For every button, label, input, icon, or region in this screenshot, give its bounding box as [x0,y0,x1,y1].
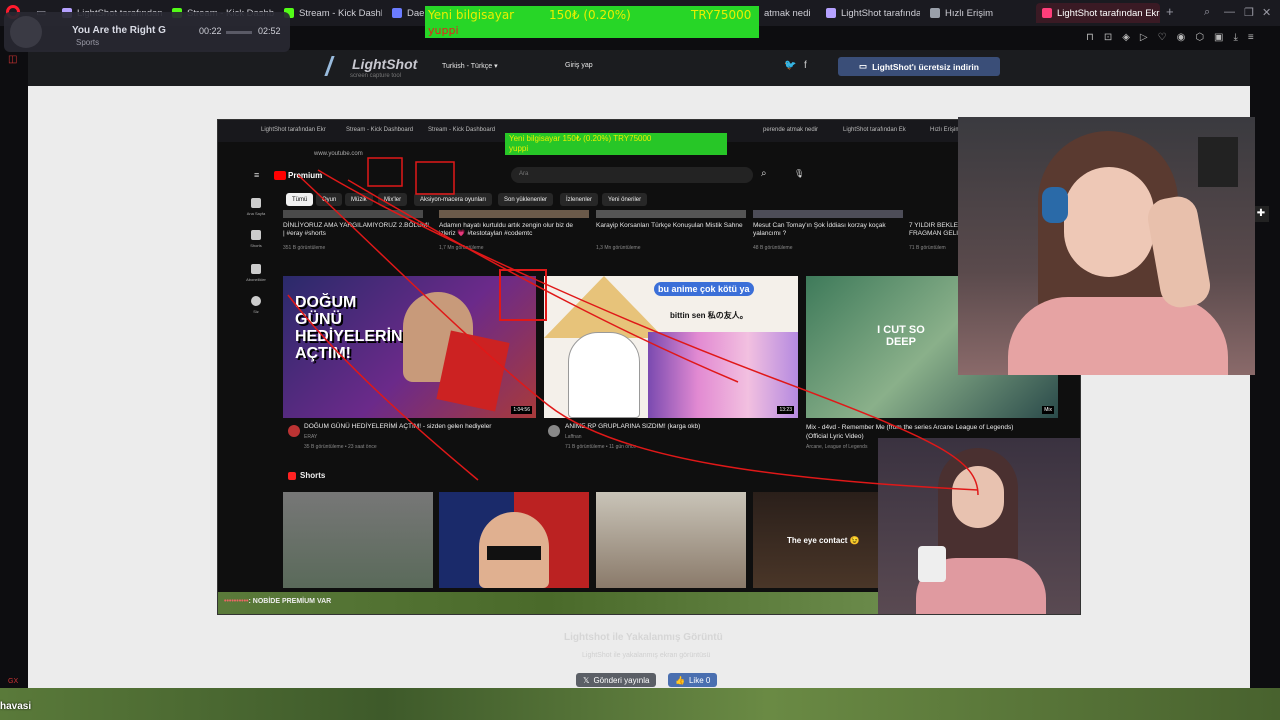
feather-icon [826,8,836,18]
tab-daem[interactable]: Daem [386,3,426,23]
red-box [415,161,455,195]
site-logo[interactable]: LightShot [352,56,417,72]
music-elapsed: 00:22 [199,26,222,36]
captured-screenshot: LightShot tarafından Ekr Stream - Kick D… [217,119,1081,615]
tab-lightshot-2[interactable]: LightShot tarafından [820,3,920,23]
music-progress[interactable] [226,31,252,34]
heart-icon[interactable]: ♡ [1158,32,1167,46]
music-art [10,16,42,48]
maximize-icon[interactable]: ❐ [1244,6,1254,19]
red-box [367,157,403,187]
share-button[interactable]: 𝕏 Gönderi yayınla [576,673,657,687]
tab-perende[interactable]: atmak nedi [758,3,818,23]
close-icon[interactable]: ✕ [1262,6,1271,19]
webcam-overlay [958,117,1255,375]
toolbar-icons: ⊓ ⊡ ◈ ▷ ♡ ◉ ⬡ ▣ ⤓ ≡ [1086,32,1276,46]
capture-subtitle: LightShot ile yakalanmış ekran görüntüsü [582,652,711,659]
bookmark-icon[interactable]: ⊓ [1086,32,1094,46]
menu-icon[interactable]: ≡ [1248,32,1254,46]
overlay-text: Yeni bilgisayar [428,8,515,22]
download-button[interactable]: ▭ LightShot'ı ücretsiz indirin [838,57,1000,76]
red-line [317,169,979,496]
tab-lightshot-active[interactable]: LightShot tarafından Ekran [1036,3,1160,23]
feather-icon [1042,8,1052,18]
like-button[interactable]: 👍 Like 0 [668,673,718,687]
lightshot-header: LightShot screen capture tool Turkish - … [28,50,1250,86]
lock-icon: ◫ [8,54,18,65]
bottom-text: havasi [0,701,32,712]
music-title: You Are the Right G [72,25,166,36]
streamer-shirt [1008,297,1228,375]
donation-overlay: Yeni bilgisayar 150₺ (0.20%) TRY75000 yu… [425,6,759,38]
language-select[interactable]: Turkish - Türkçe ▾ [442,62,498,70]
overlay-sub: yuppi [428,24,459,37]
page-icon [392,8,402,18]
music-total: 02:52 [258,26,281,36]
music-widget: You Are the Right G Sports 00:22 02:52 [4,12,290,52]
annotation-lines [287,157,979,496]
gx-icon: GX [8,678,19,685]
tab-kick-2[interactable]: Stream - Kick Dashb [278,3,382,23]
twitter-icon[interactable]: 🐦 [784,60,796,71]
headphone [1042,187,1068,223]
extensions-icon[interactable]: ⬡ [1195,32,1204,46]
sidebar-strip: ◫ GX … [0,26,28,706]
wallet-icon[interactable]: ▣ [1214,32,1223,46]
lightshot-feather-icon [324,56,348,76]
play-icon[interactable]: ▷ [1140,32,1148,46]
minimize-icon[interactable]: — [1224,6,1235,18]
facebook-icon[interactable]: f [804,60,807,71]
music-category: Sports [76,38,100,47]
overlay-goal: TRY75000 [691,8,752,22]
streamer-face [1064,167,1154,277]
thumbs-up-icon: 👍 [675,675,685,685]
grid-icon [930,8,940,18]
red-box [499,269,547,321]
red-line [297,174,979,491]
vpn-icon[interactable]: ◉ [1177,32,1186,46]
x-icon: 𝕏 [583,675,590,685]
expand-icon[interactable]: ✚ [1253,206,1269,222]
screenshot-icon[interactable]: ⊡ [1104,32,1112,46]
shield-icon[interactable]: ◈ [1122,32,1130,46]
new-tab-button[interactable]: + [1166,4,1174,19]
tab-quick-access[interactable]: Hızlı Erişim [924,3,1024,23]
red-line [347,179,739,383]
capture-title: Lightshot ile Yakalanmış Görüntü [564,632,723,643]
login-link[interactable]: Giriş yap [565,62,593,69]
overlay-amount: 150₺ (0.20%) [549,8,631,22]
laptop-icon: ▭ [859,61,868,71]
search-icon[interactable]: ⌕ [1204,6,1210,19]
logo-subtitle: screen capture tool [350,73,402,79]
red-line [287,294,479,481]
shelf [1198,137,1238,187]
game-background [0,688,1280,720]
download-icon[interactable]: ⤓ [1234,32,1238,46]
